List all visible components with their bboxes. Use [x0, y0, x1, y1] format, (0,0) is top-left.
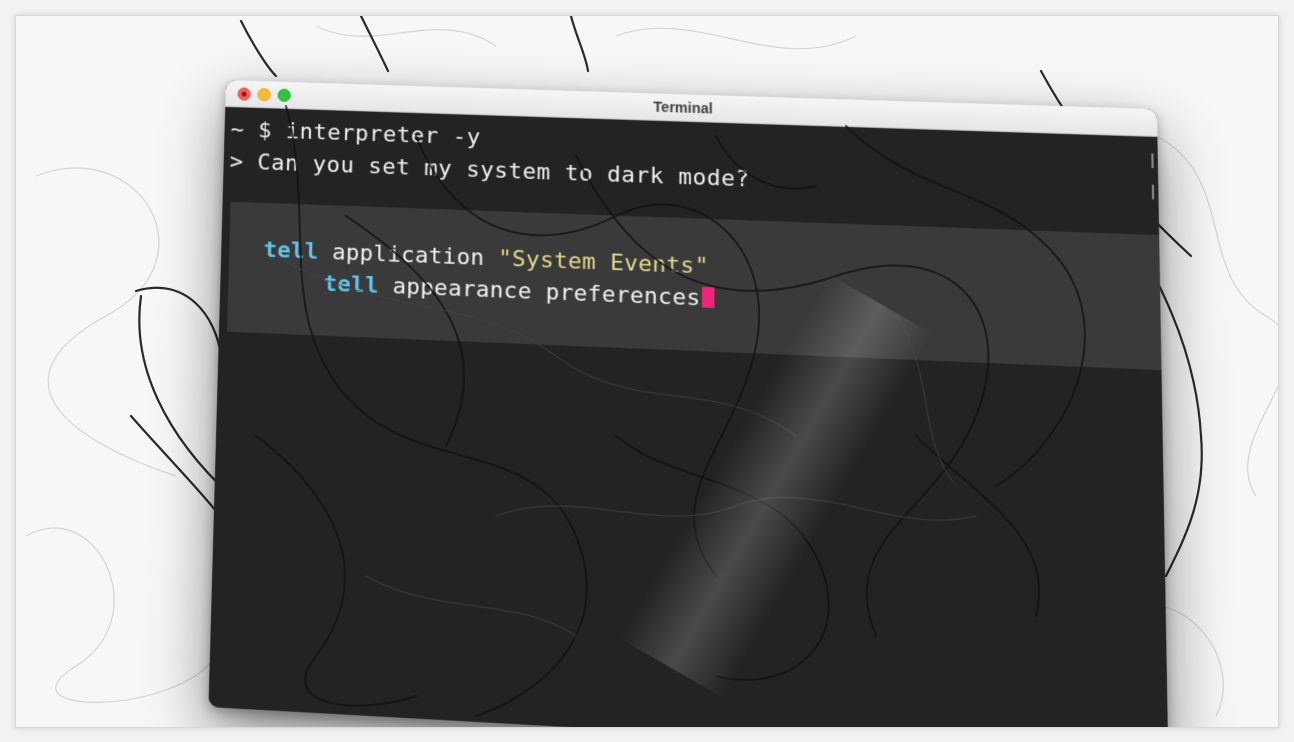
prompt-line: ~ $ interpreter -y [230, 117, 481, 151]
terminal-window: Terminal ~ $ interpreter -y > Can you se… [208, 80, 1169, 727]
code-keyword: tell [263, 237, 319, 265]
code-string: "System Events" [498, 246, 709, 280]
text-cursor [701, 286, 715, 308]
scroll-marker [1151, 184, 1155, 200]
scroll-marker [1151, 153, 1154, 169]
code-keyword: tell [323, 271, 380, 299]
terminal-content[interactable]: ~ $ interpreter -y > Can you set my syst… [208, 106, 1169, 727]
video-frame: Terminal ~ $ interpreter -y > Can you se… [15, 15, 1279, 728]
stage: Terminal ~ $ interpreter -y > Can you se… [0, 0, 1294, 742]
code-text: appearance preferences [378, 273, 701, 312]
user-message-line: > Can you set my system to dark mode? [229, 149, 750, 193]
code-text: application [318, 239, 499, 272]
code-block: tell application "System Events" tell ap… [227, 201, 1169, 371]
